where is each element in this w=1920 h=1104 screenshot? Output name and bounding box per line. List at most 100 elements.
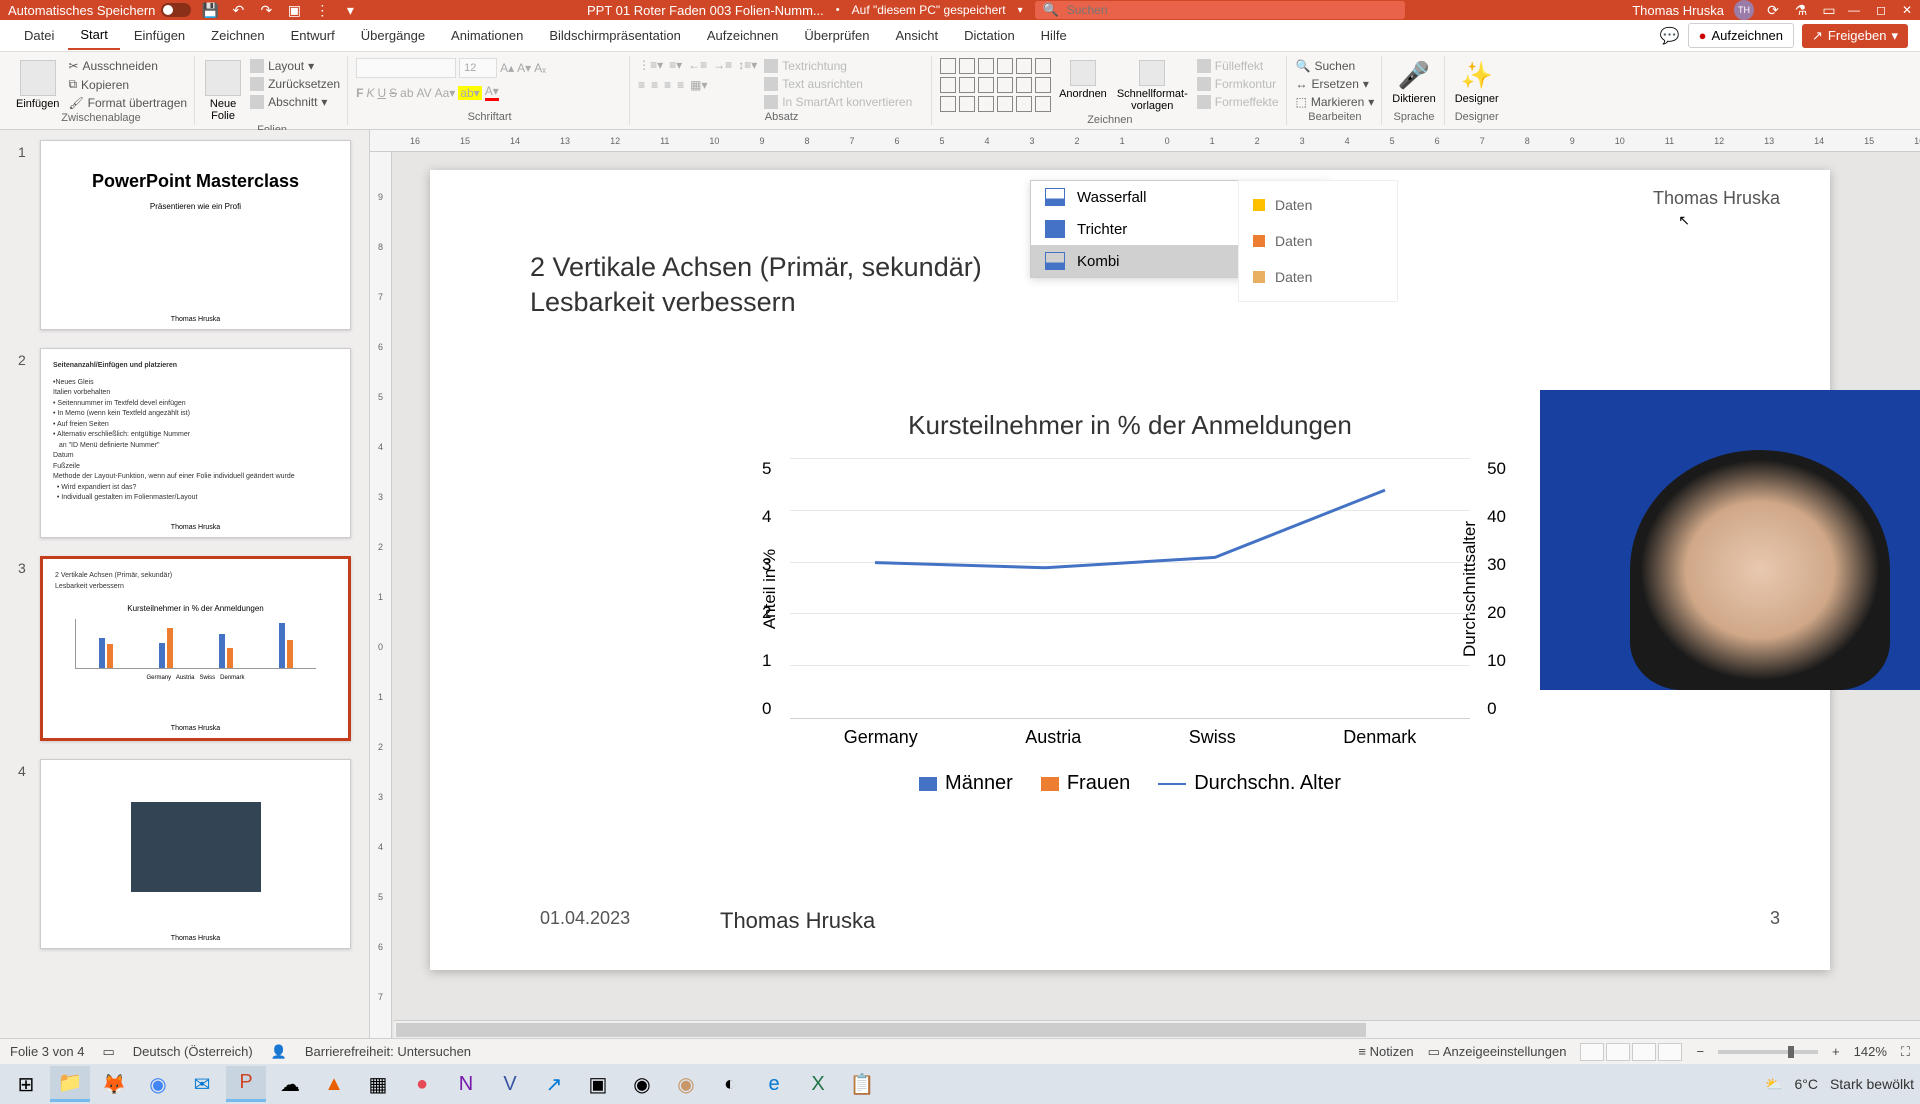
accessibility-status[interactable]: Barrierefreiheit: Untersuchen — [305, 1044, 471, 1059]
menu-zeichnen[interactable]: Zeichnen — [199, 22, 276, 49]
sorter-view-button[interactable] — [1606, 1043, 1630, 1061]
autosave-toggle[interactable]: Automatisches Speichern — [8, 3, 191, 18]
layout-button[interactable]: Layout▾ — [249, 58, 341, 74]
app-icon[interactable]: ● — [402, 1066, 442, 1102]
grow-font-icon[interactable]: A▴ — [500, 61, 514, 75]
clear-format-icon[interactable]: Aₓ — [534, 61, 546, 75]
horizontal-scrollbar[interactable] — [394, 1020, 1920, 1038]
spacing-button[interactable]: AV — [417, 86, 432, 100]
thumbnail-4[interactable]: 4 Thomas Hruska — [18, 759, 351, 949]
outdent-icon[interactable]: ←≡ — [688, 58, 707, 72]
onenote-icon[interactable]: N — [446, 1066, 486, 1102]
bold-button[interactable]: F — [356, 86, 363, 100]
menu-hilfe[interactable]: Hilfe — [1029, 22, 1079, 49]
find-button[interactable]: 🔍Suchen — [1295, 58, 1376, 74]
display-settings-button[interactable]: ▭ Anzeigeeinstellungen — [1428, 1044, 1567, 1060]
flask-icon[interactable]: ⚗ — [1792, 1, 1810, 19]
italic-button[interactable]: K — [366, 86, 374, 100]
bullets-icon[interactable]: ⋮≡▾ — [638, 58, 663, 72]
powerpoint-icon[interactable]: P — [226, 1066, 266, 1102]
shadow-button[interactable]: ab — [400, 86, 413, 100]
thumbnail-1[interactable]: 1 PowerPoint Masterclass Präsentieren wi… — [18, 140, 351, 330]
section-button[interactable]: Abschnitt▾ — [249, 94, 341, 110]
language-status[interactable]: Deutsch (Österreich) — [133, 1044, 253, 1059]
arrange-button[interactable]: Anordnen — [1057, 58, 1109, 102]
toggle-icon[interactable] — [161, 3, 191, 17]
app-icon[interactable]: ↗ — [534, 1066, 574, 1102]
designer-button[interactable]: ✨Designer — [1453, 58, 1501, 107]
explorer-icon[interactable]: 📁 — [50, 1066, 90, 1102]
menu-aufzeichnen[interactable]: Aufzeichnen — [695, 22, 791, 49]
app-icon[interactable]: ◉ — [666, 1066, 706, 1102]
zoom-out-button[interactable]: − — [1696, 1044, 1704, 1059]
fit-button[interactable]: ⛶ — [1901, 1044, 1910, 1060]
format-painter-button[interactable]: 🖌Format übertragen — [67, 95, 188, 111]
start-button[interactable]: ⊞ — [6, 1066, 46, 1102]
font-color-button[interactable]: A▾ — [485, 84, 499, 101]
menu-ansicht[interactable]: Ansicht — [883, 22, 950, 49]
zoom-level[interactable]: 142% — [1854, 1044, 1887, 1059]
minimize-icon[interactable]: — — [1848, 3, 1860, 17]
app-icon[interactable]: ☁ — [270, 1066, 310, 1102]
menu-dictation[interactable]: Dictation — [952, 22, 1027, 49]
normal-view-button[interactable] — [1580, 1043, 1604, 1061]
slide-counter[interactable]: Folie 3 von 4 — [10, 1044, 84, 1059]
shrink-font-icon[interactable]: A▾ — [517, 61, 531, 75]
slideshow-view-button[interactable] — [1658, 1043, 1682, 1061]
shape-gallery[interactable] — [940, 58, 1051, 112]
menu-animationen[interactable]: Animationen — [439, 22, 535, 49]
chrome-icon[interactable]: ◉ — [138, 1066, 178, 1102]
maximize-icon[interactable]: ◻ — [1876, 3, 1886, 17]
search-box[interactable]: 🔍 — [1035, 1, 1405, 19]
qat-dropdown-icon[interactable]: ▾ — [341, 1, 359, 19]
chart-container[interactable]: Kursteilnehmer in % der Anmeldungen Ante… — [730, 410, 1530, 790]
weather-icon[interactable]: ⛅ — [1765, 1076, 1782, 1093]
menu-entwurf[interactable]: Entwurf — [279, 22, 347, 49]
menu-datei[interactable]: Datei — [12, 22, 66, 49]
menu-praesentation[interactable]: Bildschirmpräsentation — [537, 22, 693, 49]
slide-text-block[interactable]: 2 Vertikale Achsen (Primär, sekundär) Le… — [530, 250, 982, 320]
select-button[interactable]: ⬚Markieren▾ — [1295, 94, 1376, 110]
quickstyle-button[interactable]: Schnellformat- vorlagen — [1115, 58, 1190, 114]
menu-ueberpruefen[interactable]: Überprüfen — [792, 22, 881, 49]
thumbnail-2[interactable]: 2 Seitenanzahl/Einfügen und platzieren •… — [18, 348, 351, 538]
undo-icon[interactable]: ↶ — [229, 1, 247, 19]
new-slide-button[interactable]: Neue Folie — [203, 58, 243, 124]
dictate-button[interactable]: 🎤Diktieren — [1390, 58, 1437, 107]
save-icon[interactable]: 💾 — [201, 1, 219, 19]
firefox-icon[interactable]: 🦊 — [94, 1066, 134, 1102]
menu-uebergaenge[interactable]: Übergänge — [349, 22, 437, 49]
cut-button[interactable]: ✂Ausschneiden — [67, 58, 188, 74]
outlook-icon[interactable]: ✉ — [182, 1066, 222, 1102]
user-avatar[interactable]: TH — [1734, 0, 1754, 20]
excel-icon[interactable]: X — [798, 1066, 838, 1102]
edge-icon[interactable]: e — [754, 1066, 794, 1102]
columns-icon[interactable]: ▦▾ — [690, 78, 707, 92]
search-input[interactable] — [1067, 3, 1397, 17]
app-icon[interactable]: ▦ — [358, 1066, 398, 1102]
strike-button[interactable]: S — [389, 86, 397, 100]
visio-icon[interactable]: V — [490, 1066, 530, 1102]
highlight-button[interactable]: ab▾ — [458, 86, 481, 100]
reset-button[interactable]: Zurücksetzen — [249, 76, 341, 92]
align-center-icon[interactable]: ≡ — [651, 78, 658, 92]
thumbnail-panel[interactable]: 1 PowerPoint Masterclass Präsentieren wi… — [0, 130, 370, 1038]
share-button[interactable]: ↗Freigeben▾ — [1802, 24, 1908, 48]
paste-button[interactable]: Einfügen — [14, 58, 61, 112]
justify-icon[interactable]: ≡ — [677, 78, 684, 92]
app-icon[interactable]: ◐ — [710, 1066, 750, 1102]
align-right-icon[interactable]: ≡ — [664, 78, 671, 92]
comments-icon[interactable]: 💬 — [1660, 26, 1680, 46]
thumbnail-3[interactable]: 3 2 Vertikale Achsen (Primär, sekundär)L… — [18, 556, 351, 741]
app-icon[interactable]: 📋 — [842, 1066, 882, 1102]
present-icon[interactable]: ▣ — [285, 1, 303, 19]
underline-button[interactable]: U — [377, 86, 386, 100]
copy-button[interactable]: ⧉Kopieren — [67, 76, 188, 93]
align-left-icon[interactable]: ≡ — [638, 78, 645, 92]
zoom-in-button[interactable]: + — [1832, 1044, 1840, 1059]
close-icon[interactable]: ✕ — [1902, 3, 1912, 17]
font-name-select[interactable] — [356, 58, 456, 78]
reading-view-button[interactable] — [1632, 1043, 1656, 1061]
zoom-slider[interactable] — [1718, 1050, 1818, 1054]
app-icon[interactable]: ▣ — [578, 1066, 618, 1102]
